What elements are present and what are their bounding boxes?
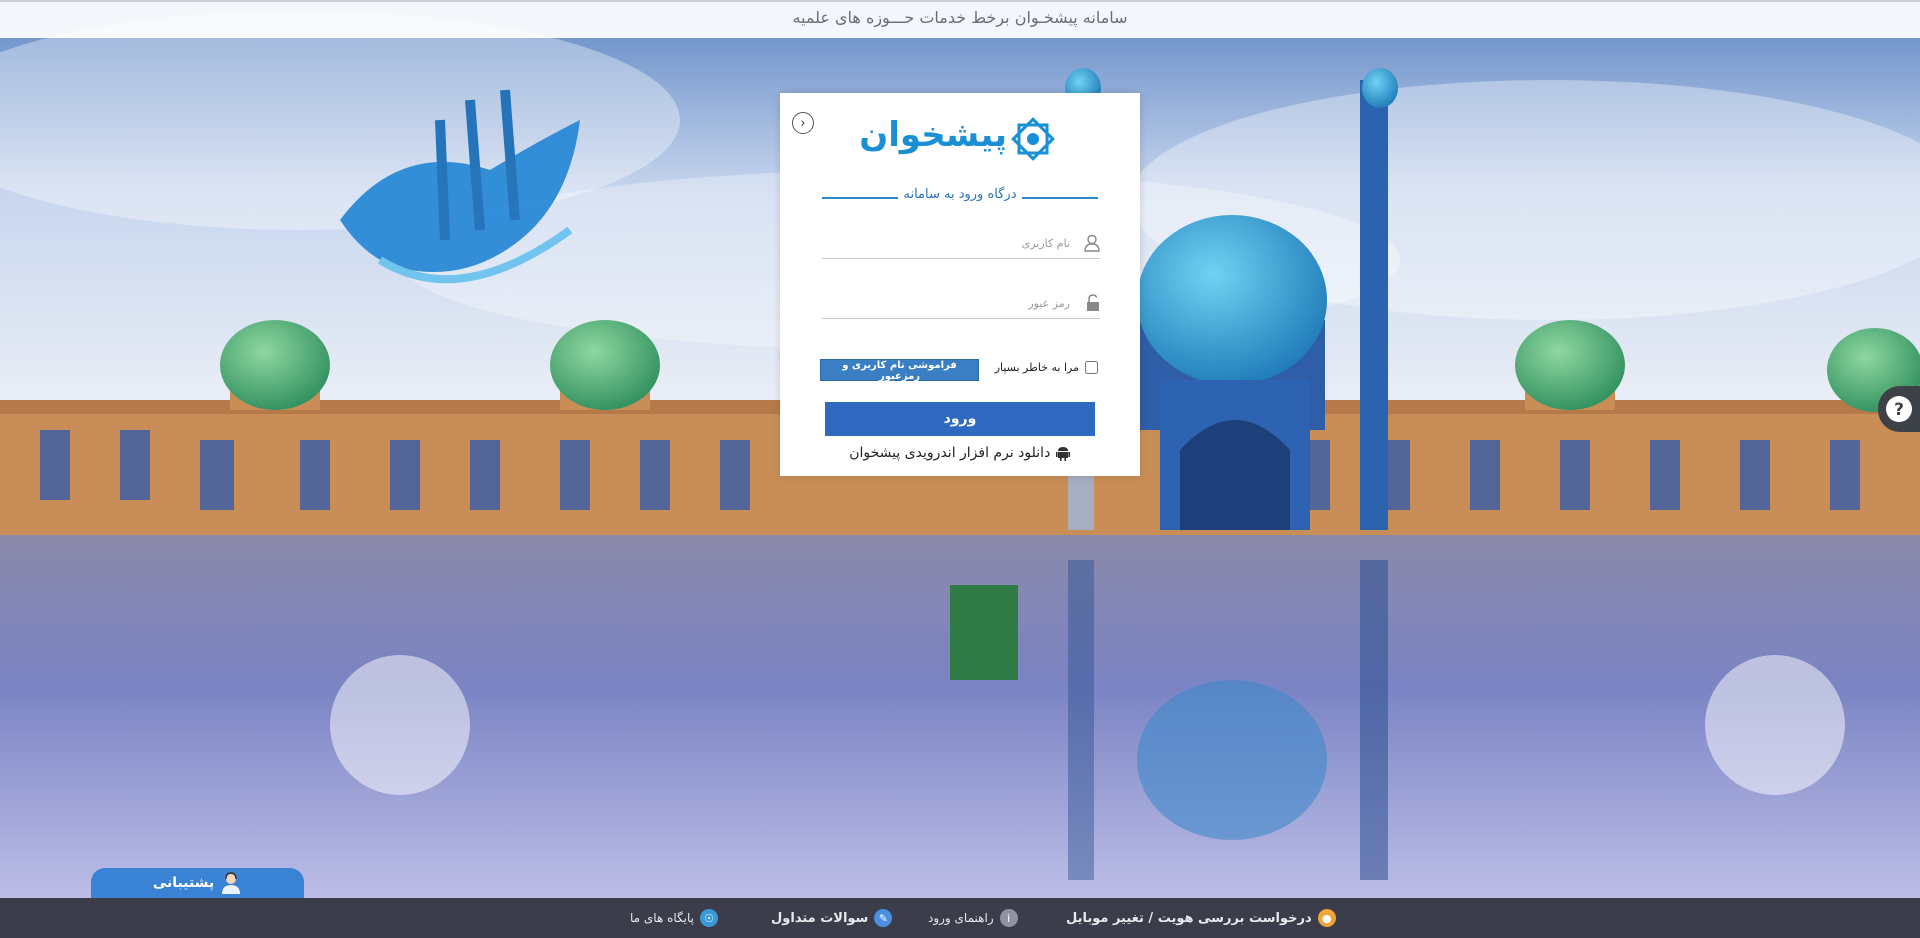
footer-login-guide-link[interactable]: i راهنمای ورود xyxy=(928,908,1018,928)
footer-bar: ● درخواست بررسی هویت / تغییر موبایل i را… xyxy=(0,898,1920,938)
footer-identity-request-link[interactable]: ● درخواست بررسی هویت / تغییر موبایل xyxy=(1066,908,1336,928)
footer-faq-label: سوالات متداول xyxy=(771,910,869,926)
support-tab[interactable]: پشتیبانی xyxy=(91,868,304,898)
logo-emblem-icon xyxy=(1011,117,1055,161)
remember-me[interactable]: مرا به خاطر بسپار xyxy=(995,361,1098,374)
username-field xyxy=(822,228,1100,259)
support-agent-icon xyxy=(222,872,241,894)
portal-title: درگاه ورود به سامانه xyxy=(903,187,1017,202)
remember-me-checkbox[interactable] xyxy=(1085,361,1098,374)
globe-icon: ☉ xyxy=(700,909,718,927)
footer-faq-link[interactable]: ✎ سوالات متداول xyxy=(771,908,893,928)
remember-me-label: مرا به خاطر بسپار xyxy=(994,361,1079,374)
forgot-credentials-button[interactable]: فراموشی نام کاربری و رمزعبور xyxy=(820,359,979,382)
login-panel: › پیشخوان درگاه ورود به سامانه مرا به خا… xyxy=(780,93,1140,476)
login-button[interactable]: ورود xyxy=(825,402,1095,436)
user-icon: ● xyxy=(1317,909,1336,927)
username-input[interactable] xyxy=(822,232,1070,254)
android-icon xyxy=(1055,447,1070,461)
android-download-label: دانلود نرم افزار اندرویدی پیشخوان xyxy=(849,445,1051,461)
top-header-bar: سامانه پیشخـوان برخط خدمات حـــوزه های ع… xyxy=(0,0,1920,38)
support-label: پشتیبانی xyxy=(152,875,215,891)
faq-icon: ✎ xyxy=(874,909,893,927)
svg-text:?: ? xyxy=(1894,400,1904,420)
logo-text: پیشخوان xyxy=(859,115,1008,155)
help-button[interactable]: ? xyxy=(1878,386,1920,432)
footer-identity-request-label: درخواست بررسی هویت / تغییر موبایل xyxy=(1066,910,1312,926)
logo: پیشخوان xyxy=(859,115,1055,165)
footer-login-guide-label: راهنمای ورود xyxy=(928,911,994,925)
user-icon xyxy=(1084,234,1100,252)
panel-toggle-button[interactable]: › xyxy=(792,112,814,134)
page-title: سامانه پیشخـوان برخط خدمات حـــوزه های ع… xyxy=(792,8,1128,27)
chevron-right-icon: › xyxy=(800,115,806,131)
password-input[interactable] xyxy=(822,292,1070,314)
lock-icon xyxy=(1087,294,1099,311)
footer-bases-link[interactable]: ☉ پایگاه های ما xyxy=(630,908,718,928)
android-download-link[interactable]: دانلود نرم افزار اندرویدی پیشخوان xyxy=(780,445,1140,461)
password-field xyxy=(822,288,1100,319)
info-icon: i xyxy=(999,909,1018,927)
question-icon: ? xyxy=(1886,396,1912,422)
footer-bases-label: پایگاه های ما xyxy=(630,911,694,925)
